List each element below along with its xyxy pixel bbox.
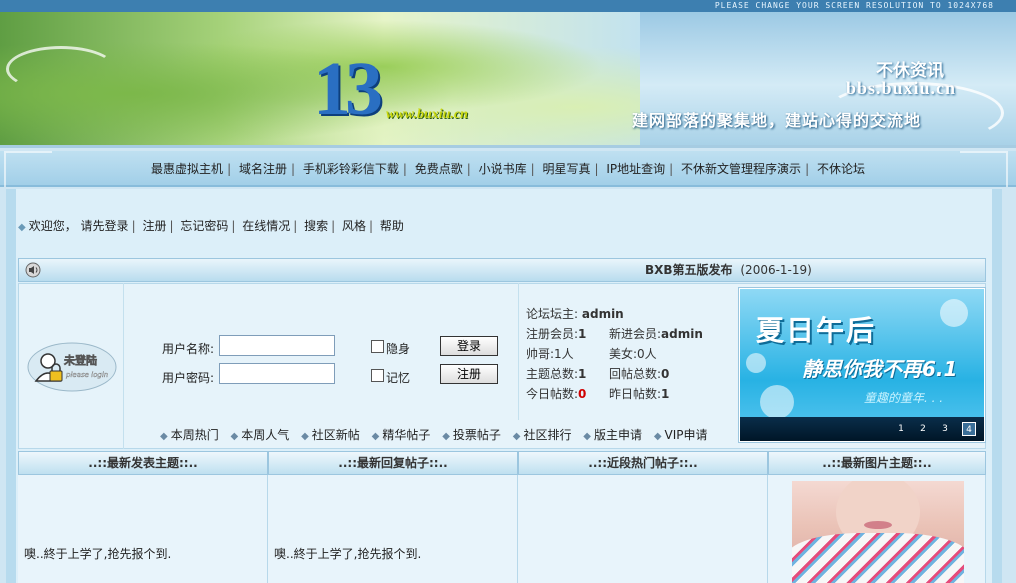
remember-label: 记忆	[386, 371, 411, 385]
quick-links: ◆ 本周热门 ◆ 本周人气 ◆ 社区新帖 ◆ 精华帖子 ◆ 投票帖子 ◆ 社区排行 ◆ 版主申…	[160, 428, 708, 442]
remember-checkbox[interactable]	[371, 369, 384, 382]
nav-ornament	[4, 151, 52, 187]
list-item[interactable]: 噢..終于上学了,抢先报个到.	[274, 545, 421, 562]
register-button[interactable]: 注册	[440, 364, 498, 384]
promo-slideshow[interactable]: 夏日午后 静思你我不再6.1 童趣的童年. . . 1 2 3 4	[739, 288, 985, 442]
quick-link[interactable]: 版主申请	[594, 428, 642, 442]
nav-item[interactable]: 不休新文管理程序演示	[681, 162, 801, 176]
welcome-text: 欢迎您，	[28, 219, 77, 233]
quick-link[interactable]: 社区新帖	[312, 428, 360, 442]
stat-members: 注册会员:1	[526, 327, 587, 341]
latest-image-thumbnail[interactable]	[792, 481, 964, 583]
login-button[interactable]: 登录	[440, 336, 498, 356]
register-link[interactable]: 注册	[142, 219, 166, 233]
logo-url: www.buxiu.cn	[386, 107, 468, 122]
diamond-icon: ◆	[18, 222, 26, 233]
speaker-icon	[25, 262, 41, 278]
promo-line1: 夏日午后	[756, 314, 877, 347]
top-strip: PLEASE CHANGE YOUR SCREEN RESOLUTION TO …	[0, 0, 1016, 12]
promo-page[interactable]: 3	[938, 422, 952, 436]
nav-item[interactable]: IP地址查询	[606, 162, 665, 176]
quick-link[interactable]: 本周热门	[171, 428, 219, 442]
announcement-date: (2006-1-19)	[740, 263, 812, 277]
nav-item[interactable]: 手机彩铃彩信下载	[303, 162, 399, 176]
quick-link[interactable]: 精华帖子	[382, 428, 430, 442]
banner-ornament	[6, 46, 116, 92]
col-header-hot-posts: ..::近段热门帖子::..	[518, 451, 768, 475]
site-logo[interactable]: 13	[313, 48, 393, 130]
stat-yesterday: 昨日帖数:1	[609, 387, 670, 401]
stat-female: 美女:0人	[609, 347, 657, 361]
promo-page[interactable]: 1	[894, 422, 908, 436]
col-header-latest-topics: ..::最新发表主题::..	[18, 451, 268, 475]
latest-replies-list: 噢..終于上学了,抢先报个到.	[268, 475, 518, 583]
nav-item[interactable]: 域名注册	[239, 162, 287, 176]
search-link[interactable]: 搜索	[304, 219, 328, 233]
avatar-sub: please login	[65, 371, 108, 379]
promo-page-active[interactable]: 4	[962, 422, 976, 436]
col-header-latest-images: ..::最新图片主题::..	[768, 451, 986, 475]
style-link[interactable]: 风格	[342, 219, 366, 233]
col-header-latest-replies: ..::最新回复帖子::..	[268, 451, 518, 475]
stat-newest: 新进会员:admin	[609, 327, 703, 341]
username-label: 用户名称:	[162, 342, 215, 356]
nav-item[interactable]: 免费点歌	[415, 162, 463, 176]
resolution-hint: PLEASE CHANGE YOUR SCREEN RESOLUTION TO …	[714, 1, 994, 10]
nav-item[interactable]: 最惠虚拟主机	[151, 162, 223, 176]
list-item[interactable]: 噢..終于上学了,抢先报个到.	[24, 545, 171, 562]
promo-line3: 童趣的童年. . .	[864, 391, 944, 405]
stat-male: 帅哥:1人	[526, 347, 574, 361]
nav-ornament	[960, 151, 1008, 187]
login-link[interactable]: 请先登录	[81, 219, 129, 233]
latest-topics-list: 噢..終于上学了,抢先报个到.	[18, 475, 268, 583]
hide-label: 隐身	[386, 342, 411, 356]
announcement-title[interactable]: BXB第五版发布	[645, 263, 733, 277]
promo-page[interactable]: 2	[916, 422, 930, 436]
top-nav: 最惠虚拟主机 | 域名注册 | 手机彩铃彩信下载 | 免费点歌 | 小说书库 | 明星写真…	[0, 151, 1016, 187]
quick-link[interactable]: VIP申请	[665, 428, 708, 442]
site-url: bbs.buxiu.cn	[846, 78, 957, 98]
announcement-bar: BXB第五版发布 (2006-1-19)	[18, 258, 986, 282]
password-input[interactable]	[219, 363, 335, 384]
forgot-password-link[interactable]: 忘记密码	[180, 219, 228, 233]
stat-topics: 主题总数:1	[526, 367, 587, 381]
site-slogan: 建网部落的聚集地，建站心得的交流地	[632, 111, 922, 130]
nav-item[interactable]: 不休论坛	[817, 162, 865, 176]
site-banner: 13 www.buxiu.cn 不休资讯 bbs.buxiu.cn 建网部落的聚…	[0, 12, 1016, 148]
avatar-cell: 未登陆 please login	[18, 283, 124, 449]
promo-pager: 1 2 3 4	[740, 417, 984, 441]
nav-item[interactable]: 小说书库	[479, 162, 527, 176]
user-bar: ◆ 欢迎您， 请先登录 | 注册 | 忘记密码 | 在线情况 | 搜索 | 风格 | 帮助	[18, 219, 404, 233]
avatar-label: 未登陆	[63, 353, 97, 367]
quick-link[interactable]: 投票帖子	[453, 428, 501, 442]
hide-checkbox[interactable]	[371, 340, 384, 353]
nav-item[interactable]: 明星写真	[543, 162, 591, 176]
hot-posts-list	[518, 475, 768, 583]
stat-admin: 论坛坛主: admin	[526, 307, 624, 321]
stat-replies: 回帖总数:0	[609, 367, 670, 381]
stat-today: 今日帖数:0	[526, 387, 587, 401]
promo-line2: 静思你我不再6.1	[802, 357, 958, 381]
username-input[interactable]	[219, 335, 335, 356]
quick-link[interactable]: 社区排行	[523, 428, 571, 442]
help-link[interactable]: 帮助	[380, 219, 404, 233]
online-link[interactable]: 在线情况	[242, 219, 290, 233]
password-label: 用户密码:	[162, 371, 215, 385]
quick-link[interactable]: 本周人气	[241, 428, 289, 442]
not-logged-in-badge: 未登陆 please login	[27, 342, 117, 392]
